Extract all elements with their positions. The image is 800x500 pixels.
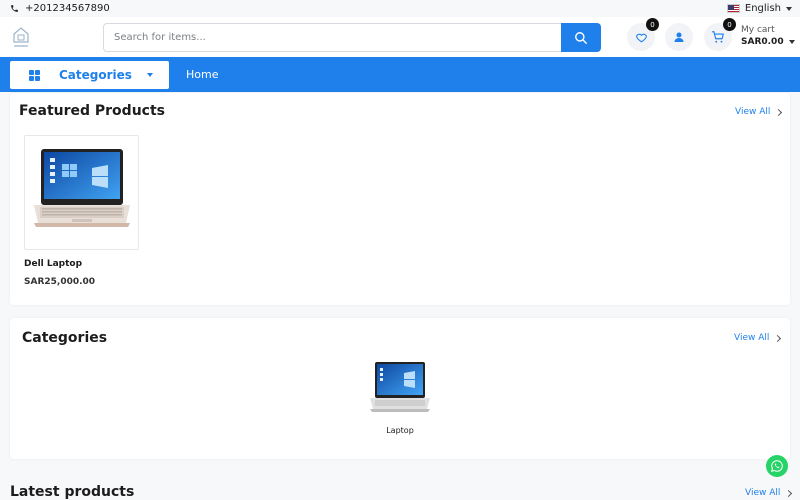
featured-view-all-link[interactable]: View All [735,107,783,117]
main-navbar: Categories Home [0,57,800,92]
view-all-label: View All [734,333,770,343]
cart-summary[interactable]: My cart SAR0.00 [741,24,795,48]
cart-button[interactable]: 0 [704,18,736,51]
latest-view-all-link[interactable]: View All [745,488,793,498]
account-button[interactable] [665,23,693,51]
cart-icon [712,31,724,43]
cart-count-badge: 0 [723,18,736,31]
top-bar: +201234567890 English [0,0,800,17]
search-button[interactable] [561,23,601,52]
store-logo[interactable] [10,24,32,50]
view-all-label: View All [735,107,771,117]
categories-label: Categories [59,68,132,82]
us-flag-icon [726,4,740,13]
cart-label: My cart [741,25,775,35]
categories-title: Categories [22,330,108,346]
chevron-right-icon [785,489,793,497]
cart-amount-row: SAR0.00 [741,36,795,48]
user-icon [674,32,684,42]
wishlist-count-badge: 0 [646,18,659,31]
laptop-category-image[interactable] [368,359,432,419]
product-price: SAR25,000.00 [24,277,96,287]
language-label: English [744,3,781,14]
header: 0 0 My cart SAR0.00 [0,17,800,57]
cart-amount: SAR0.00 [741,37,784,47]
search-input[interactable] [103,23,561,52]
chevron-right-icon [775,108,783,116]
whatsapp-icon [771,460,783,472]
product-card[interactable] [24,135,139,250]
heart-icon [635,33,647,42]
chevron-right-icon [774,334,782,342]
phone-icon [11,5,18,12]
latest-products-title: Latest products [10,484,135,500]
wishlist-button[interactable]: 0 [627,18,659,51]
search-icon [575,31,587,44]
categories-dropdown-button[interactable]: Categories [10,61,169,89]
grid-icon [29,69,40,81]
featured-title: Featured Products [19,103,165,119]
phone-number: +201234567890 [25,3,110,14]
caret-down-icon [786,6,792,11]
search-bar [103,23,601,52]
caret-down-icon [788,40,795,44]
product-name[interactable]: Dell Laptop [24,259,82,269]
nav-link-home[interactable]: Home [186,68,218,81]
laptop-product-image [33,148,130,227]
phone-contact[interactable]: +201234567890 [10,3,110,14]
categories-view-all-link[interactable]: View All [734,333,782,343]
category-name[interactable]: Laptop [368,426,432,435]
caret-down-icon [147,73,153,77]
language-selector[interactable]: English [726,3,792,14]
whatsapp-chat-button[interactable] [766,455,788,477]
view-all-label: View All [745,488,781,498]
